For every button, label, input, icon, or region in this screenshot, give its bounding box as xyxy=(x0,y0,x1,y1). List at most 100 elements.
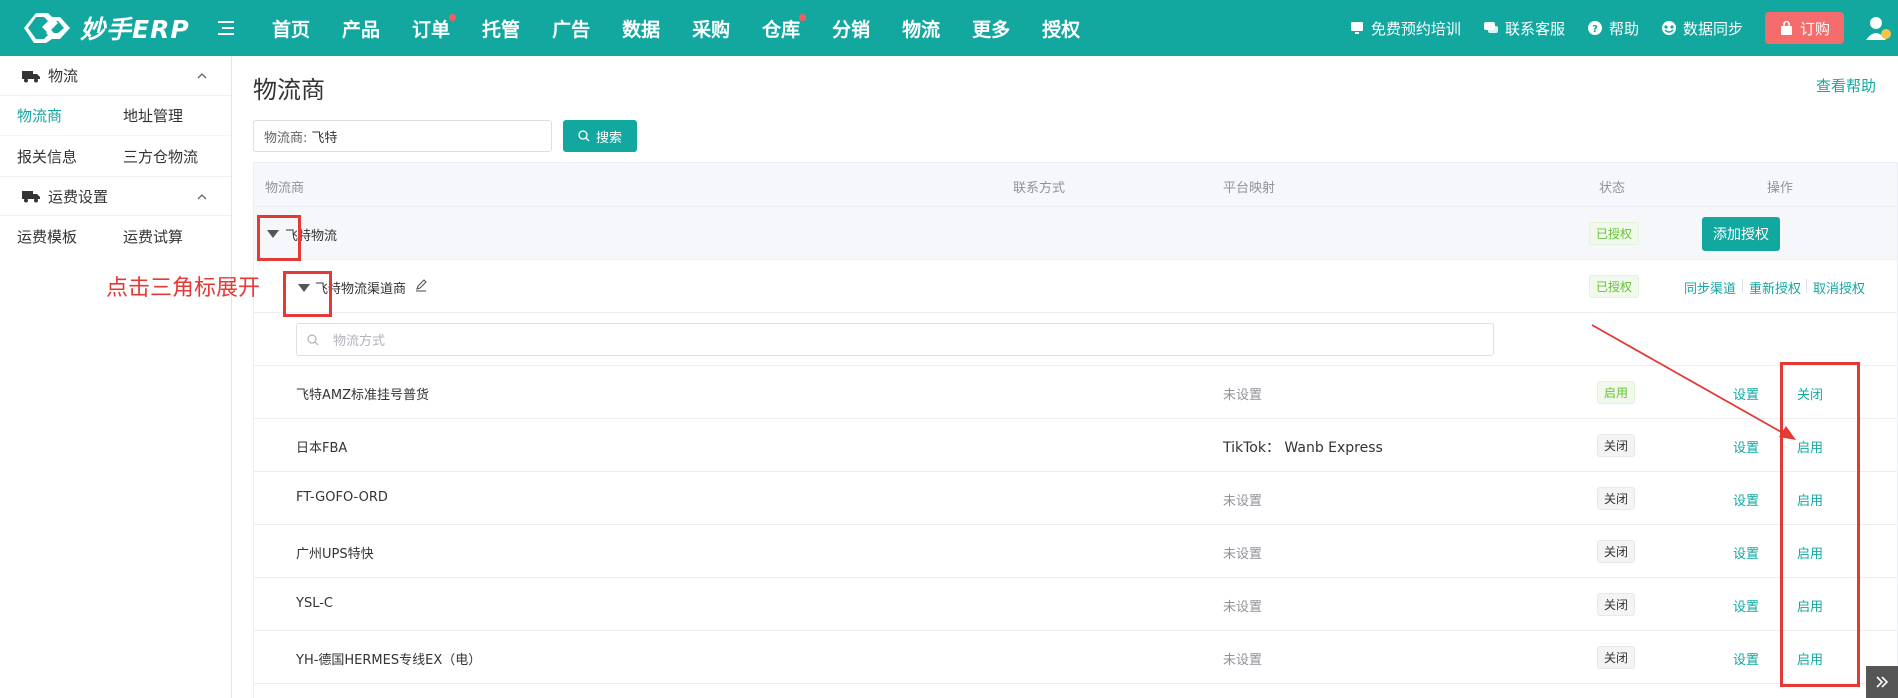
sidebar-group-label: 物流 xyxy=(48,67,79,85)
nav-item-label: 托管 xyxy=(482,18,521,41)
divider xyxy=(1806,279,1807,293)
main-nav: 首页 产品 订单 托管 广告 数据 采购 仓库 分销 物流 更多 授权 xyxy=(256,0,1096,56)
nav-item[interactable]: 广告 xyxy=(536,0,606,56)
nav-item-label: 广告 xyxy=(552,18,591,41)
help-label: 帮助 xyxy=(1608,19,1639,38)
provider-table: 物流商 联系方式 平台映射 状态 操作 飞特物流 已授权 添加授权 飞特物流渠道… xyxy=(253,162,1898,698)
nav-item-label: 首页 xyxy=(272,18,311,41)
nav-item[interactable]: 托管 xyxy=(466,0,536,56)
sidebar-item-freight-template[interactable]: 运费模板 xyxy=(0,226,106,247)
sidebar-group-logistics[interactable]: 物流 xyxy=(0,56,231,96)
method-settings-link[interactable]: 设置 xyxy=(1733,437,1759,456)
nav-item-label: 产品 xyxy=(342,18,381,41)
top-right-actions: 免费预约培训 联系客服 ? 帮助 数据同步 订购 xyxy=(1349,0,1898,56)
main-content: 物流商 查看帮助 物流商: 搜索 物流商 联系方式 平台映射 状态 操作 飞特物… xyxy=(232,56,1898,698)
order-label: 订购 xyxy=(1799,19,1830,38)
method-status-badge: 关闭 xyxy=(1597,434,1636,457)
app-logo[interactable]: 妙手ERP xyxy=(22,9,198,47)
double-chevron-icon[interactable] xyxy=(1866,666,1898,698)
method-status-badge: 关闭 xyxy=(1597,593,1636,616)
nav-item-label: 更多 xyxy=(972,18,1011,41)
annotation-highlight xyxy=(1780,362,1860,687)
method-name: YH-德国HERMES专线EX（电） xyxy=(296,653,482,668)
monitor-icon xyxy=(1350,22,1363,34)
method-settings-link[interactable]: 设置 xyxy=(1733,490,1759,509)
sidebar-item-customs[interactable]: 报关信息 xyxy=(0,146,106,167)
nav-item[interactable]: 仓库 xyxy=(746,0,816,56)
method-status-badge: 关闭 xyxy=(1597,646,1636,669)
provider-row: 飞特物流 已授权 添加授权 xyxy=(254,207,1897,260)
platform-mapping: 未设置 xyxy=(1223,600,1263,615)
nav-item[interactable]: 数据 xyxy=(606,0,676,56)
nav-item[interactable]: 订单 xyxy=(396,0,466,56)
cancel-auth-link[interactable]: 取消授权 xyxy=(1813,278,1865,297)
nav-item-label: 物流 xyxy=(902,18,941,41)
nav-item-label: 分销 xyxy=(832,18,871,41)
svg-text:?: ? xyxy=(1592,24,1598,35)
top-bar: 妙手ERP 首页 产品 订单 托管 广告 数据 采购 仓库 分销 物流 更多 授权 免费预约培训 联系… xyxy=(0,0,1898,56)
nav-item[interactable]: 首页 xyxy=(256,0,326,56)
sidebar: 物流 物流商 地址管理 报关信息 三方仓物流 运费设置 运费模板 运费试算 xyxy=(0,56,232,698)
view-help-link[interactable]: 查看帮助 xyxy=(1816,75,1876,96)
sync-label: 数据同步 xyxy=(1682,19,1743,38)
header-status: 状态 xyxy=(1599,181,1626,196)
provider-search-field[interactable]: 物流商: xyxy=(253,120,552,152)
sync-link[interactable]: 数据同步 xyxy=(1661,18,1743,39)
channel-row: 飞特物流渠道商 已授权 同步渠道 重新授权 取消授权 xyxy=(254,260,1897,313)
chevron-up-icon[interactable] xyxy=(197,192,207,202)
annotation-highlight xyxy=(283,271,332,317)
nav-item[interactable]: 产品 xyxy=(326,0,396,56)
order-button[interactable]: 订购 xyxy=(1764,12,1844,44)
sidebar-item-3pl[interactable]: 三方仓物流 xyxy=(106,146,212,167)
method-status-badge: 关闭 xyxy=(1597,487,1636,510)
method-settings-link[interactable]: 设置 xyxy=(1733,543,1759,562)
sidebar-item-freight-calc[interactable]: 运费试算 xyxy=(106,226,212,247)
method-filter-input[interactable]: 物流方式 xyxy=(296,323,1494,356)
menu-toggle-icon[interactable] xyxy=(212,16,236,40)
page-title: 物流商 xyxy=(253,76,325,104)
add-auth-button[interactable]: 添加授权 xyxy=(1702,217,1780,251)
service-link[interactable]: 联系客服 xyxy=(1483,18,1565,39)
nav-item[interactable]: 采购 xyxy=(676,0,746,56)
annotation-text: 点击三角标展开 xyxy=(106,276,261,301)
platform-mapping: 未设置 xyxy=(1223,494,1263,509)
method-settings-link[interactable]: 设置 xyxy=(1733,649,1759,668)
method-settings-link[interactable]: 设置 xyxy=(1733,384,1759,403)
header-actions: 操作 xyxy=(1767,181,1794,196)
truck-icon xyxy=(22,70,40,82)
search-label: 物流商: xyxy=(264,130,308,146)
logo-text: 妙手ERP xyxy=(80,15,190,44)
sidebar-item-providers[interactable]: 物流商 xyxy=(0,105,106,126)
nav-item-label: 订单 xyxy=(412,18,451,41)
chevron-up-icon[interactable] xyxy=(197,71,207,81)
sync-channel-link[interactable]: 同步渠道 xyxy=(1684,278,1736,297)
method-row: FT-GOFO-ORD 未设置 关闭 设置 启用 xyxy=(254,472,1897,525)
method-row: 飞特AMZ标准挂号普货 未设置 启用 设置 关闭 xyxy=(254,366,1897,419)
notification-dot xyxy=(799,14,807,21)
question-icon: ? xyxy=(1587,21,1602,35)
divider xyxy=(1742,279,1743,293)
nav-item[interactable]: 授权 xyxy=(1026,0,1096,56)
method-filter-placeholder: 物流方式 xyxy=(333,334,386,349)
method-name: FT-GOFO-ORD xyxy=(296,490,388,505)
help-link[interactable]: ? 帮助 xyxy=(1587,18,1639,39)
nav-item[interactable]: 分销 xyxy=(816,0,886,56)
nav-item[interactable]: 更多 xyxy=(956,0,1026,56)
user-avatar-icon[interactable] xyxy=(1864,14,1892,42)
method-row: 日本FBA TikTok： Wanb Express 关闭 设置 启用 xyxy=(254,419,1897,472)
annotation-highlight xyxy=(257,215,301,261)
training-link[interactable]: 免费预约培训 xyxy=(1349,18,1461,39)
reauthorize-link[interactable]: 重新授权 xyxy=(1749,278,1801,297)
search-button-label: 搜索 xyxy=(595,130,622,146)
sync-icon xyxy=(1661,21,1676,35)
chat-icon xyxy=(1483,22,1498,33)
edit-icon[interactable] xyxy=(414,278,428,292)
sidebar-item-addresses[interactable]: 地址管理 xyxy=(106,105,212,126)
platform-mapping: TikTok： Wanb Express xyxy=(1223,440,1383,456)
search-button[interactable]: 搜索 xyxy=(563,120,637,152)
method-row: 广州UPS特快 未设置 关闭 设置 启用 xyxy=(254,525,1897,578)
sidebar-group-freight[interactable]: 运费设置 xyxy=(0,176,231,216)
nav-item[interactable]: 物流 xyxy=(886,0,956,56)
method-settings-link[interactable]: 设置 xyxy=(1733,596,1759,615)
provider-search-input[interactable] xyxy=(311,128,492,144)
